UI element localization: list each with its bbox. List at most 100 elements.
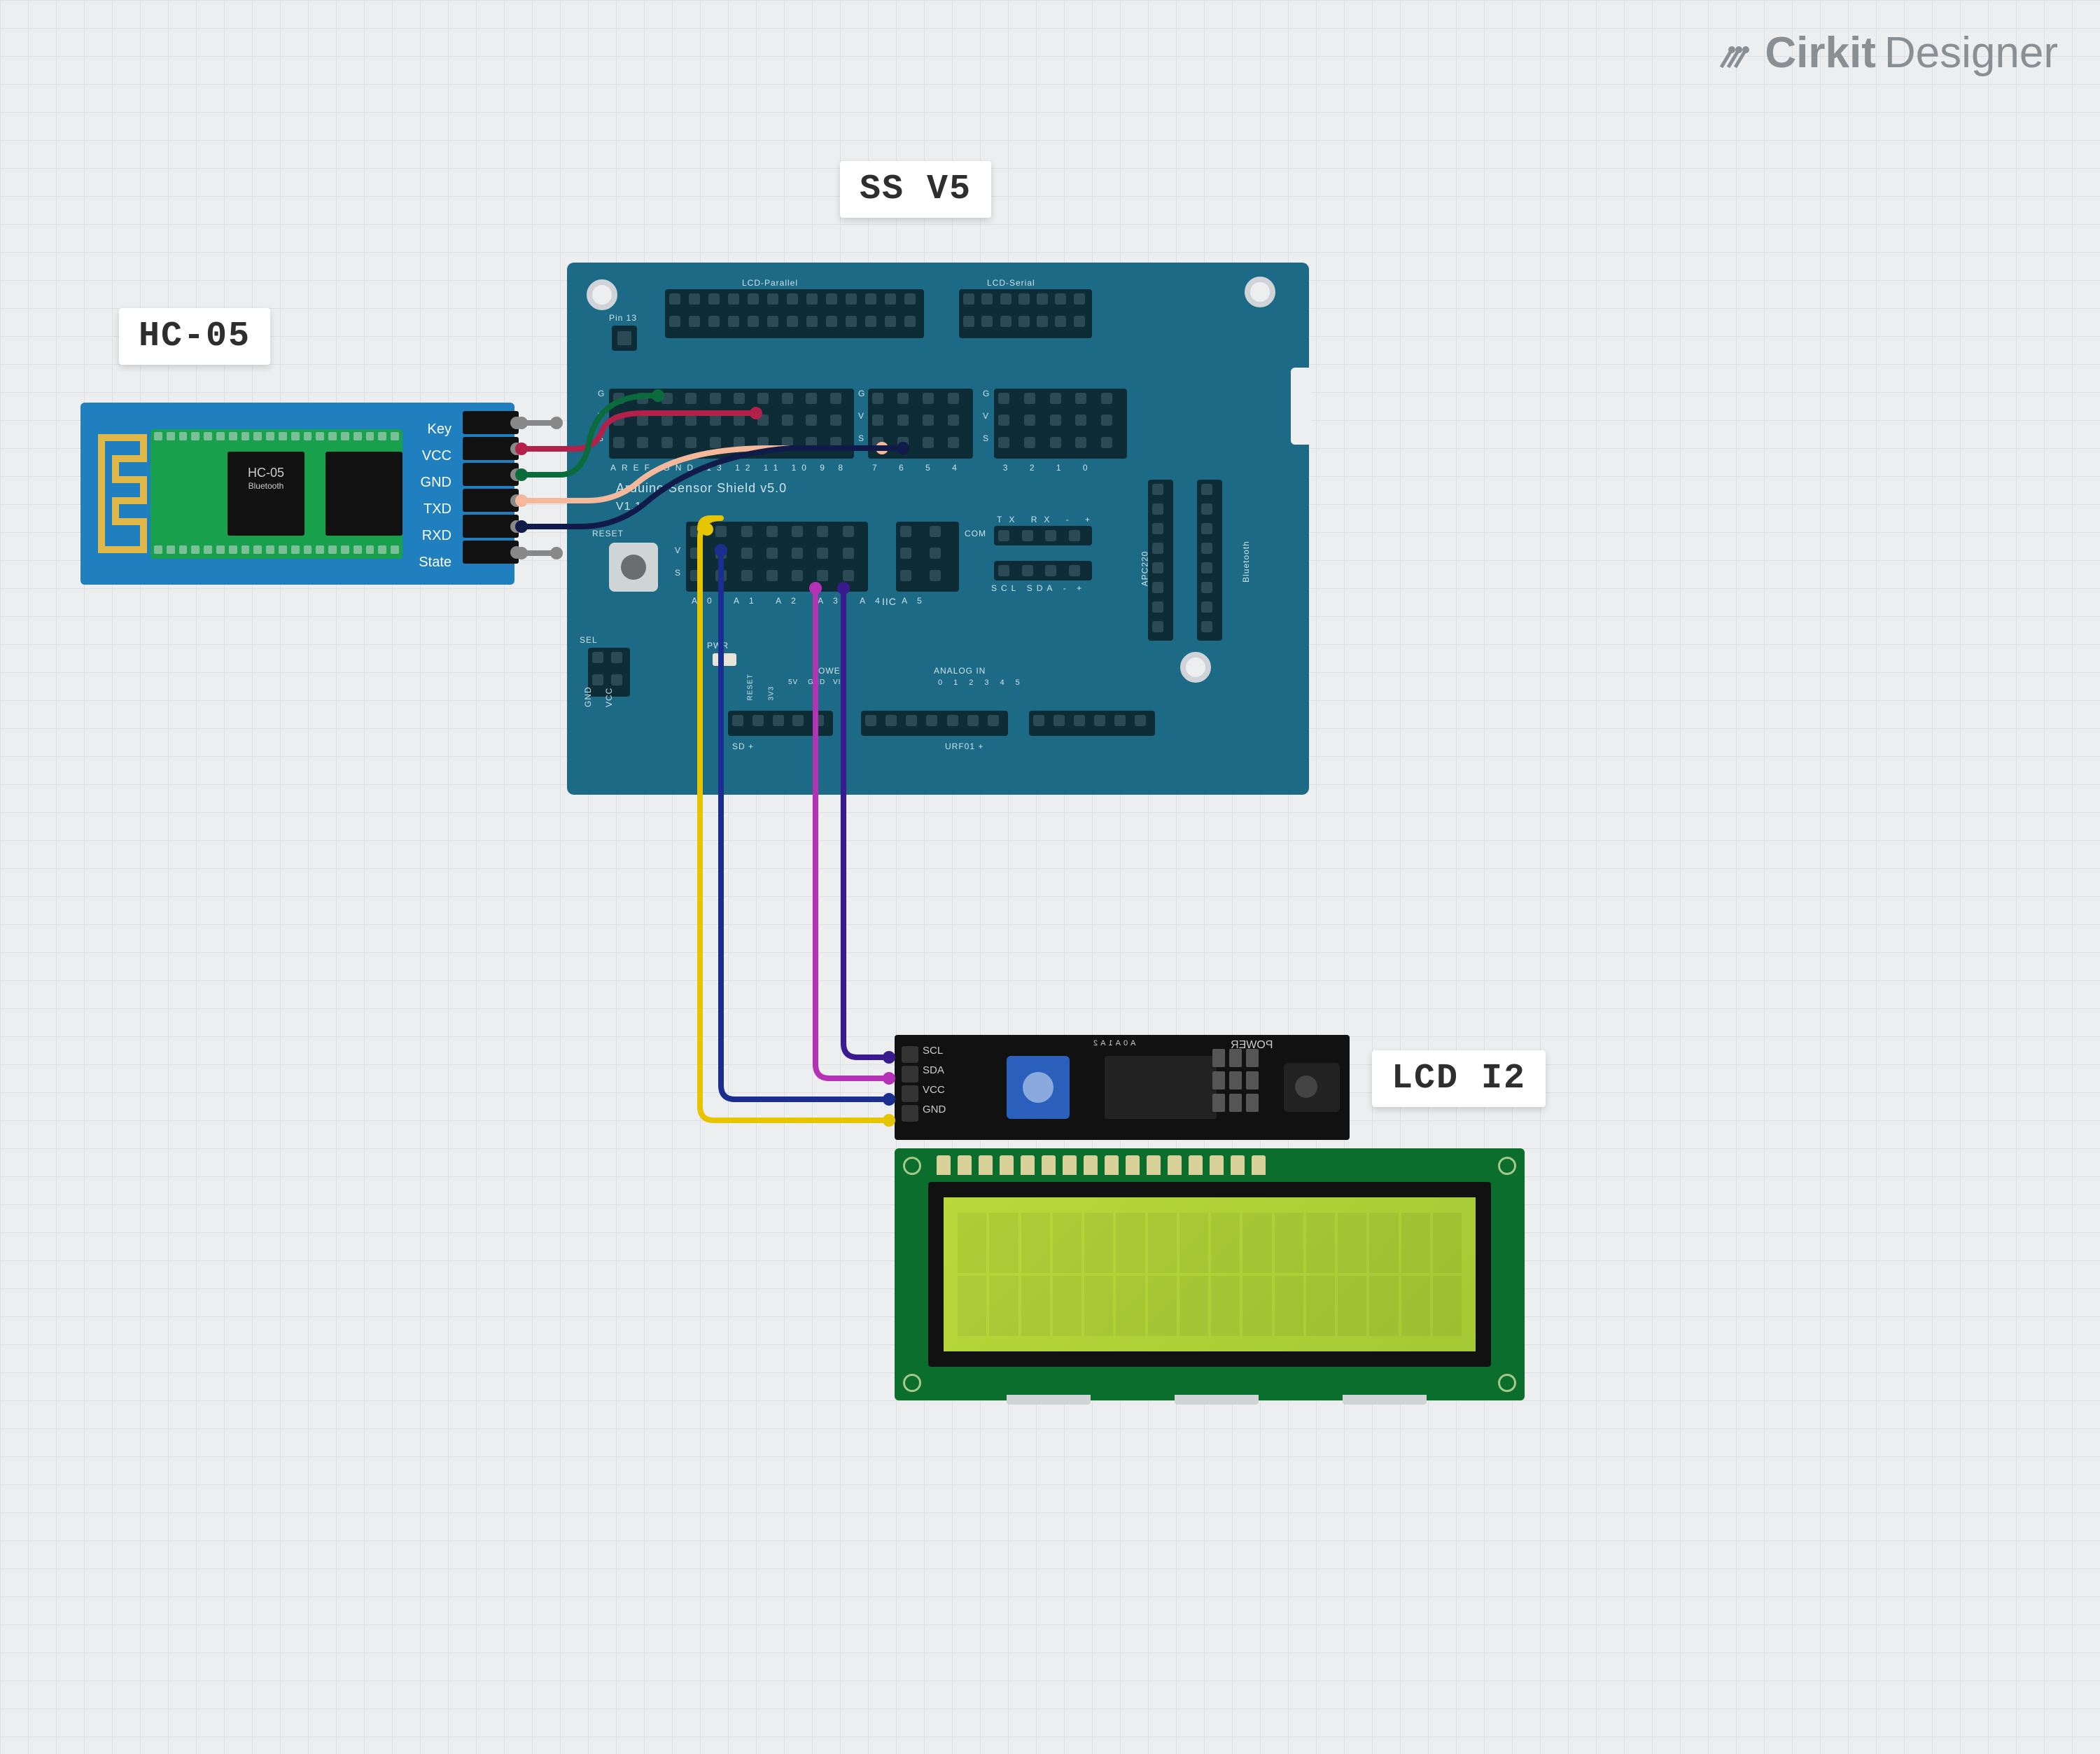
shield-lcd-parallel-header[interactable] [665, 289, 924, 338]
lcd-pin-gnd[interactable] [902, 1046, 918, 1063]
brand-name-2: Designer [1884, 28, 2058, 78]
com-label: COM [965, 529, 986, 538]
shield-iic-header[interactable] [896, 522, 959, 592]
shield-analog-header[interactable] [686, 522, 868, 592]
hc05-pin-key[interactable] [463, 411, 519, 434]
lcd-pin-header[interactable] [902, 1046, 918, 1122]
hc05-castellations-top [154, 432, 399, 442]
pwr-gnd: GND [808, 678, 825, 686]
lcd-pin-scl[interactable] [902, 1105, 918, 1122]
shield-lcd-serial-header[interactable] [959, 289, 1092, 338]
gvs-g: G [598, 389, 605, 398]
lcd-tab [1343, 1395, 1427, 1405]
brand-name-1: Cirkit [1765, 28, 1875, 78]
iic-sub: SCL SDA - + [991, 583, 1086, 593]
lcd-tab [1175, 1395, 1259, 1405]
lcd-backlight-jumper[interactable] [1284, 1063, 1340, 1112]
pwr-vin: VIN [833, 678, 847, 686]
hc05-pin-header[interactable] [463, 411, 519, 564]
shield-iic-label: IIC [882, 596, 897, 607]
screw-icon [903, 1374, 921, 1392]
hc05-pin-labels: Key VCC GND TXD RXD State [419, 417, 451, 575]
hc05-antenna-icon [94, 431, 150, 557]
shield-power-header[interactable] [861, 711, 1008, 736]
shield-title: Arduino Sensor Shield v5.0 [616, 481, 787, 496]
sel-gnd: GND [583, 686, 593, 707]
hc05-pin-gnd[interactable] [463, 463, 519, 486]
analogin-label: ANALOG IN [934, 666, 986, 676]
shield-digital-row: 7 6 5 4 3 2 1 0 [872, 463, 1098, 473]
component-lcd-i2c-backpack[interactable]: GND VCC SDA SCL POWER A0A1A2 [895, 1035, 1350, 1140]
power-label: POWER [812, 666, 847, 676]
hc05-chip-rf [326, 452, 402, 536]
component-hc05[interactable]: HC-05 Bluetooth Key VCC GND TXD RXD Stat… [80, 403, 514, 585]
pwr-label: PWR [707, 641, 729, 650]
gvs-s2: S [858, 433, 864, 443]
pwr-3v3: 3V3 [768, 686, 776, 701]
shield-bluetooth-header[interactable] [1197, 480, 1222, 641]
shield-aref-row: AREF GND 13 12 11 10 9 8 [610, 463, 848, 473]
hc05-pin-rxd[interactable] [463, 515, 519, 538]
shield-com-header[interactable] [994, 526, 1092, 545]
component-sensor-shield[interactable]: Pin 13 LCD-Parallel LCD-Serial G V S G V… [567, 263, 1309, 795]
lcd-addr-silk: A0A1A2 [1091, 1039, 1135, 1047]
shield-reset-button[interactable] [609, 543, 658, 592]
hc05-pin-vcc[interactable] [463, 437, 519, 460]
gvs-s: S [598, 433, 604, 443]
gvs-s3: S [983, 433, 989, 443]
bluetooth-label: Bluetooth [1241, 541, 1251, 583]
shield-digital-3-0[interactable] [994, 389, 1127, 459]
lcd-pin-vcc[interactable] [902, 1066, 918, 1083]
gvs-g2: G [858, 389, 865, 398]
shield-sd-header[interactable] [728, 711, 833, 736]
mount-hole-icon [1245, 277, 1275, 307]
gvs-g3: G [983, 389, 990, 398]
hc05-pin-txd[interactable] [463, 489, 519, 512]
urf-label: URF01 + [945, 742, 983, 751]
sel-label: SEL [580, 635, 598, 645]
lcd-pin-sda[interactable] [902, 1085, 918, 1102]
logo-icon [1714, 32, 1756, 74]
gvs-v4: V [675, 545, 681, 555]
shield-lcdser-label: LCD-Serial [987, 278, 1035, 288]
analogin-nums: 012345 [938, 678, 1031, 687]
shield-lcdpar-label: LCD-Parallel [742, 278, 798, 288]
shield-urf-header[interactable] [1029, 711, 1155, 736]
mount-hole-icon [1180, 652, 1211, 683]
pwr-reset: RESET [747, 674, 755, 700]
board-notch [1291, 368, 1312, 445]
gvs-v2: V [858, 411, 864, 421]
apc220-label: APC220 [1140, 551, 1149, 587]
lcd-power-silk: POWER [1231, 1039, 1273, 1052]
lcd-i2c-chip [1105, 1056, 1217, 1119]
hc05-chip-label: HC-05 Bluetooth [231, 466, 301, 491]
shield-digital-7-4[interactable] [868, 389, 973, 459]
shield-iic2-header[interactable] [994, 561, 1092, 580]
sel-vcc: VCC [604, 688, 614, 707]
label-lcd: LCD I2 [1372, 1050, 1546, 1107]
shield-pin13-label: Pin 13 [609, 313, 637, 323]
sd-label: SD + [732, 742, 754, 751]
brand-logo: Cirkit Designer [1714, 28, 2058, 78]
shield-version: V1.1 [616, 501, 642, 513]
lcd-solder-pads [937, 1155, 1266, 1175]
gvs-v3: V [983, 411, 989, 421]
lcd-contrast-pot[interactable] [1007, 1056, 1070, 1119]
component-lcd-display[interactable] [895, 1148, 1525, 1400]
shield-digital-13-8[interactable] [609, 389, 854, 459]
shield-pin13[interactable] [612, 326, 637, 351]
screw-icon [903, 1157, 921, 1175]
com-sub: TX RX - + [997, 515, 1097, 524]
lcd-char-grid [958, 1213, 1462, 1336]
screw-icon [1498, 1157, 1516, 1175]
hc05-pin-state[interactable] [463, 541, 519, 564]
lcd-smd-components [1212, 1049, 1259, 1112]
label-shield: SS V5 [840, 161, 991, 218]
lcd-pin-labels: GND VCC SDA SCL [923, 1045, 946, 1123]
gvs-s4: S [675, 568, 681, 578]
shield-apc220-header[interactable] [1148, 480, 1173, 641]
label-hc05: HC-05 [119, 308, 270, 365]
lcd-tab [1007, 1395, 1091, 1405]
screw-icon [1498, 1374, 1516, 1392]
pwr-led-icon [713, 653, 736, 666]
